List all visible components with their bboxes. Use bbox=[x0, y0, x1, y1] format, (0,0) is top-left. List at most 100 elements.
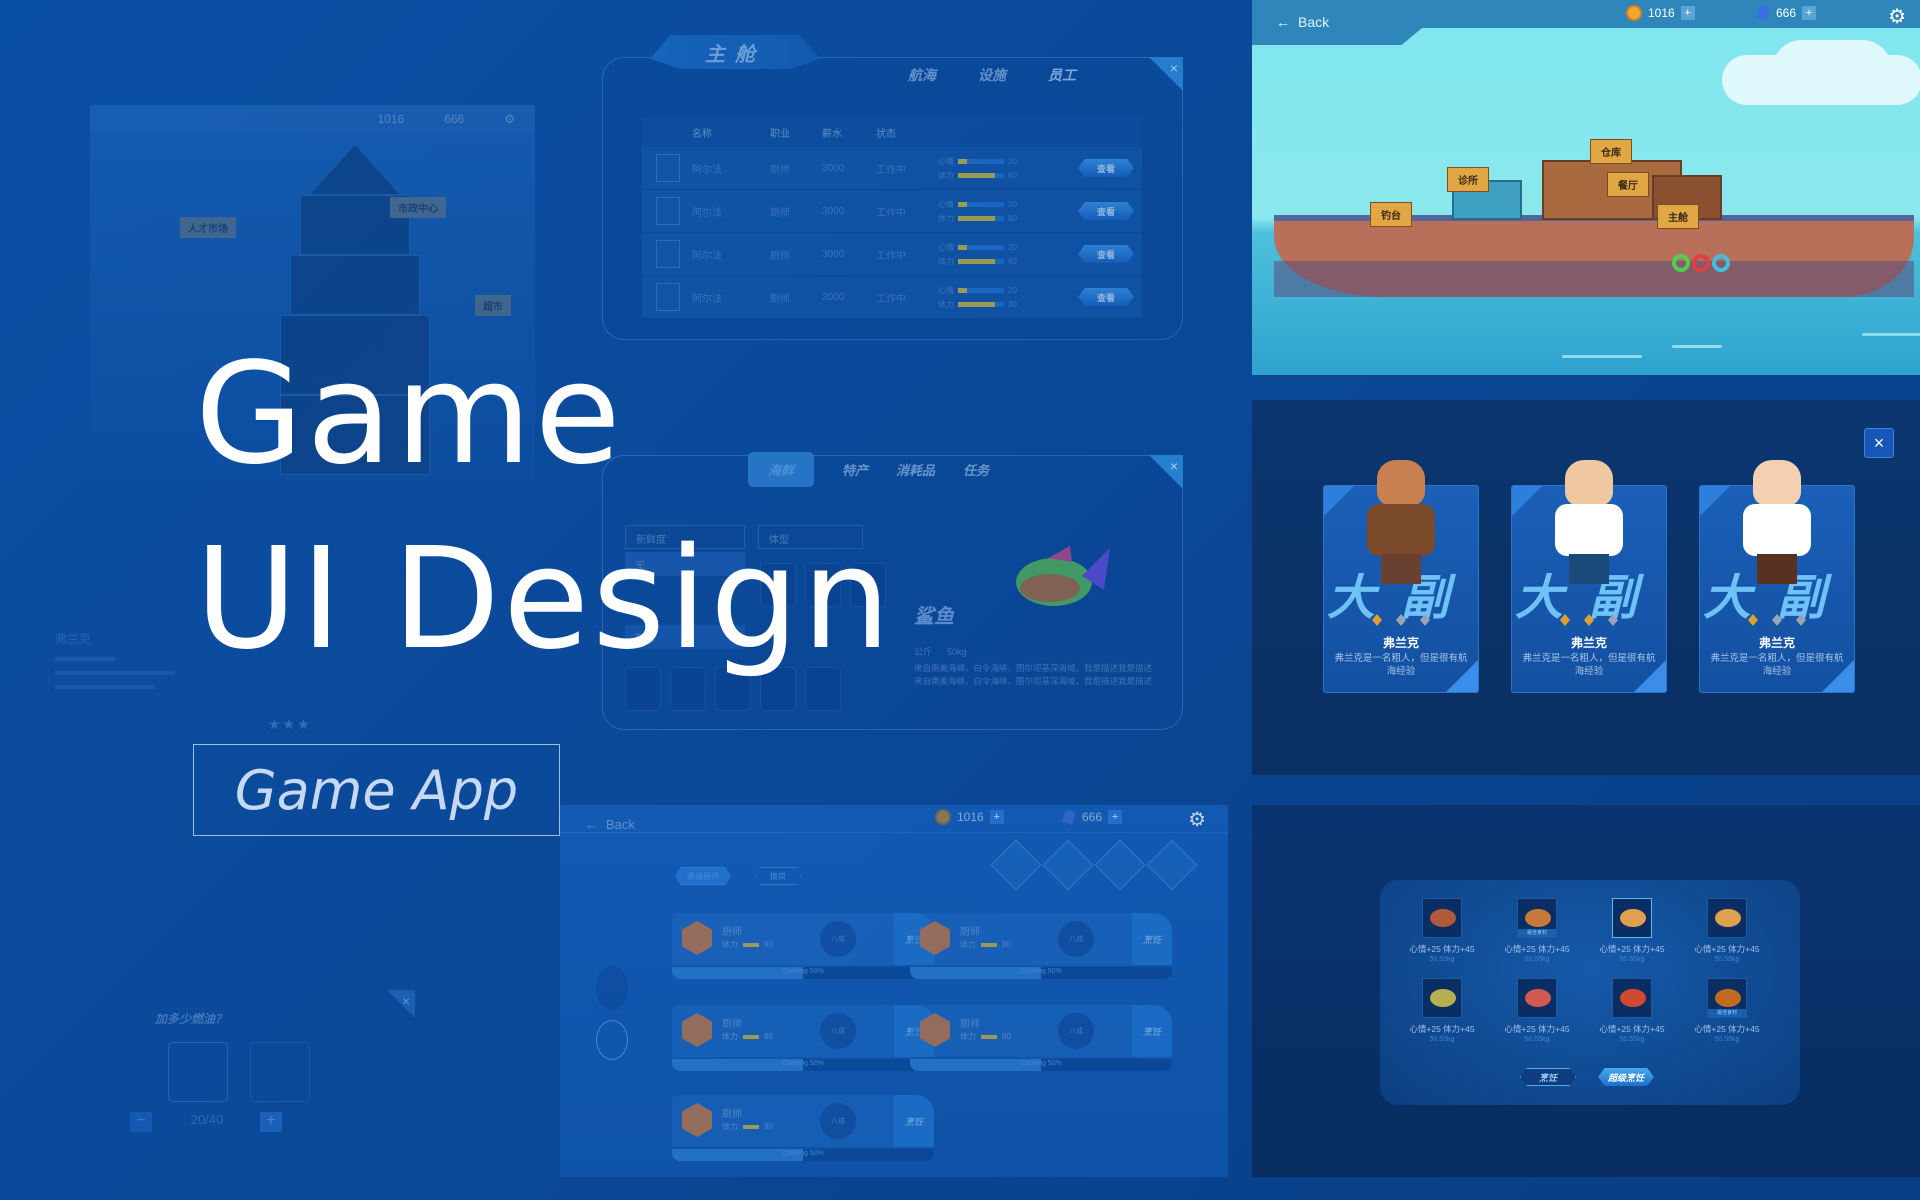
progress-label: Cooking 50% bbox=[782, 1060, 824, 1067]
switch-button[interactable]: 换岗 bbox=[755, 867, 801, 885]
chef-avatar-slot[interactable] bbox=[990, 839, 1042, 891]
dish-slot[interactable]: 八成 bbox=[1058, 921, 1094, 957]
food-item[interactable]: 心情+25 体力+45 50.55kg bbox=[1402, 898, 1482, 963]
rank-star bbox=[1396, 614, 1406, 626]
map-tag[interactable]: 人才市场 bbox=[180, 217, 236, 238]
quantity-field[interactable]: 20/40 bbox=[162, 1112, 252, 1132]
view-button[interactable]: 查看 bbox=[1078, 245, 1134, 263]
map-tag[interactable]: 市政中心 bbox=[390, 197, 446, 218]
food-weight: 50.55kg bbox=[1619, 956, 1645, 963]
map-tag[interactable]: 超市 bbox=[475, 295, 511, 316]
view-button[interactable]: 查看 bbox=[1078, 202, 1134, 220]
chef-avatar-slot[interactable] bbox=[1146, 839, 1198, 891]
food-icon bbox=[1517, 978, 1557, 1018]
mood-value: 20 bbox=[1008, 242, 1017, 252]
progress-label: Cooking 50% bbox=[1020, 968, 1062, 975]
staff-status: 工作中 bbox=[876, 250, 906, 262]
food-item[interactable]: 最佳食材 心情+25 体力+45 50.55kg bbox=[1497, 898, 1577, 963]
chef-avatar-slot[interactable] bbox=[1094, 839, 1146, 891]
staff-salary: 3000 bbox=[822, 291, 845, 303]
add-gems-button[interactable]: + bbox=[1108, 810, 1123, 824]
chef-avatar-slot[interactable] bbox=[1042, 839, 1094, 891]
chef-role: 厨师 bbox=[722, 1109, 742, 1120]
back-button[interactable]: ← Back bbox=[585, 817, 635, 832]
tab-facilities[interactable]: 设施 bbox=[978, 65, 1006, 85]
back-button[interactable]: ← Back bbox=[1276, 14, 1329, 30]
close-icon: × bbox=[1873, 433, 1885, 453]
minus-button[interactable]: − bbox=[130, 1112, 152, 1132]
tab-staff[interactable]: 员工 bbox=[1048, 65, 1076, 85]
close-icon: × bbox=[1169, 458, 1178, 474]
gear-icon[interactable]: ⚙ bbox=[1188, 807, 1206, 832]
mood-label: 心情 bbox=[938, 156, 954, 166]
tab-consumables[interactable]: 消耗品 bbox=[896, 460, 935, 479]
hero-title-line1: Game bbox=[195, 333, 624, 496]
food-stats: 心情+25 体力+45 bbox=[1599, 1024, 1665, 1034]
food-weight: 50.55kg bbox=[1524, 956, 1550, 963]
col-salary: 薪水 bbox=[822, 128, 842, 140]
tab-tasks[interactable]: 任务 bbox=[963, 460, 989, 479]
dish-slot[interactable]: 八成 bbox=[1058, 1013, 1094, 1049]
food-item[interactable]: 心情+25 体力+45 50.55kg bbox=[1687, 898, 1767, 963]
close-button[interactable]: × bbox=[1864, 428, 1894, 458]
hero-title-line2: UI Design bbox=[195, 518, 894, 681]
food-item[interactable]: 心情+25 体力+45 50.55kg bbox=[1592, 978, 1672, 1043]
crew-character bbox=[1739, 460, 1815, 590]
staff-job: 厨师 bbox=[770, 207, 790, 219]
cooking-progress: Cooking 50% bbox=[910, 1059, 1172, 1071]
tab-specialty[interactable]: 特产 bbox=[842, 460, 868, 479]
food-item[interactable]: 心情+25 体力+45 50.55kg bbox=[1402, 978, 1482, 1043]
dish-slot[interactable]: 八成 bbox=[820, 1103, 856, 1139]
rank-star bbox=[1772, 614, 1782, 626]
tab-seafood[interactable]: 海鲜 bbox=[748, 452, 815, 487]
rank-star bbox=[1584, 614, 1594, 626]
food-stats: 心情+25 体力+45 bbox=[1409, 1024, 1475, 1034]
ship-tag-restaurant[interactable]: 餐厅 bbox=[1607, 172, 1649, 197]
invite-chef-button[interactable]: 邀请厨师 bbox=[675, 867, 731, 885]
dish-slot[interactable]: 八成 bbox=[820, 921, 856, 957]
chef-stat: 体力 80 bbox=[960, 1032, 1011, 1041]
add-gems-button[interactable]: + bbox=[1802, 6, 1817, 20]
cook-button[interactable]: 烹饪 bbox=[894, 1095, 934, 1147]
rank-star bbox=[1796, 614, 1806, 626]
star-rating bbox=[1512, 614, 1666, 626]
ship-tag-warehouse[interactable]: 仓库 bbox=[1590, 139, 1632, 164]
dish-slot[interactable]: 八成 bbox=[820, 1013, 856, 1049]
view-button[interactable]: 查看 bbox=[1078, 159, 1134, 177]
side-slot[interactable] bbox=[596, 1020, 628, 1060]
stamina-bar bbox=[958, 258, 995, 264]
ship-tag-main-cabin[interactable]: 主舱 bbox=[1657, 204, 1699, 229]
cook-button[interactable]: 烹饪 bbox=[1520, 1068, 1576, 1086]
staff-panel: 主舱 航海 设施 员工 × 名称 职业 薪水 状态 阿尔法 厨师 3000 工作… bbox=[600, 35, 1185, 340]
add-coins-button[interactable]: + bbox=[1680, 6, 1695, 20]
ship-tag-clinic[interactable]: 诊所 bbox=[1447, 167, 1489, 192]
inventory-tabs: 海鲜 特产 消耗品 任务 bbox=[748, 452, 989, 487]
plus-button[interactable]: + bbox=[260, 1112, 282, 1132]
gear-icon[interactable]: ⚙ bbox=[1888, 4, 1906, 29]
staff-avatar bbox=[656, 283, 680, 311]
view-button[interactable]: 查看 bbox=[1078, 288, 1134, 306]
arrow-left-icon: ← bbox=[1276, 14, 1290, 30]
food-item[interactable]: 心情+25 体力+45 50.55kg bbox=[1592, 898, 1672, 963]
chef-stat: 体力 80 bbox=[722, 1122, 773, 1131]
super-cook-button[interactable]: 超级烹饪 bbox=[1598, 1068, 1654, 1086]
chef-role: 厨师 bbox=[960, 1019, 980, 1030]
food-item[interactable]: 心情+25 体力+45 50.55kg bbox=[1497, 978, 1577, 1043]
cooking-top-bar bbox=[560, 805, 1228, 833]
food-item[interactable]: 最佳食材 心情+25 体力+45 50.55kg bbox=[1687, 978, 1767, 1043]
ship-tag-fishing[interactable]: 钓台 bbox=[1370, 202, 1412, 227]
character-info-preview: 弗兰克 bbox=[55, 630, 205, 699]
add-coins-button[interactable]: + bbox=[989, 810, 1004, 824]
lifebuoy bbox=[1712, 254, 1730, 272]
cooking-progress: Cooking 50% bbox=[672, 1059, 934, 1071]
staff-name: 阿尔法 bbox=[692, 164, 722, 176]
gem-counter: 666 + bbox=[1756, 5, 1817, 21]
back-label: Back bbox=[606, 817, 635, 832]
cook-button[interactable]: 烹饪 bbox=[1132, 913, 1172, 965]
gear-icon[interactable]: ⚙ bbox=[504, 112, 515, 126]
close-button[interactable]: × bbox=[387, 990, 415, 1018]
cook-button[interactable]: 烹饪 bbox=[1132, 1005, 1172, 1057]
stamina-bar bbox=[743, 1034, 759, 1039]
star-rating bbox=[1700, 614, 1854, 626]
tab-sailing[interactable]: 航海 bbox=[908, 65, 936, 85]
